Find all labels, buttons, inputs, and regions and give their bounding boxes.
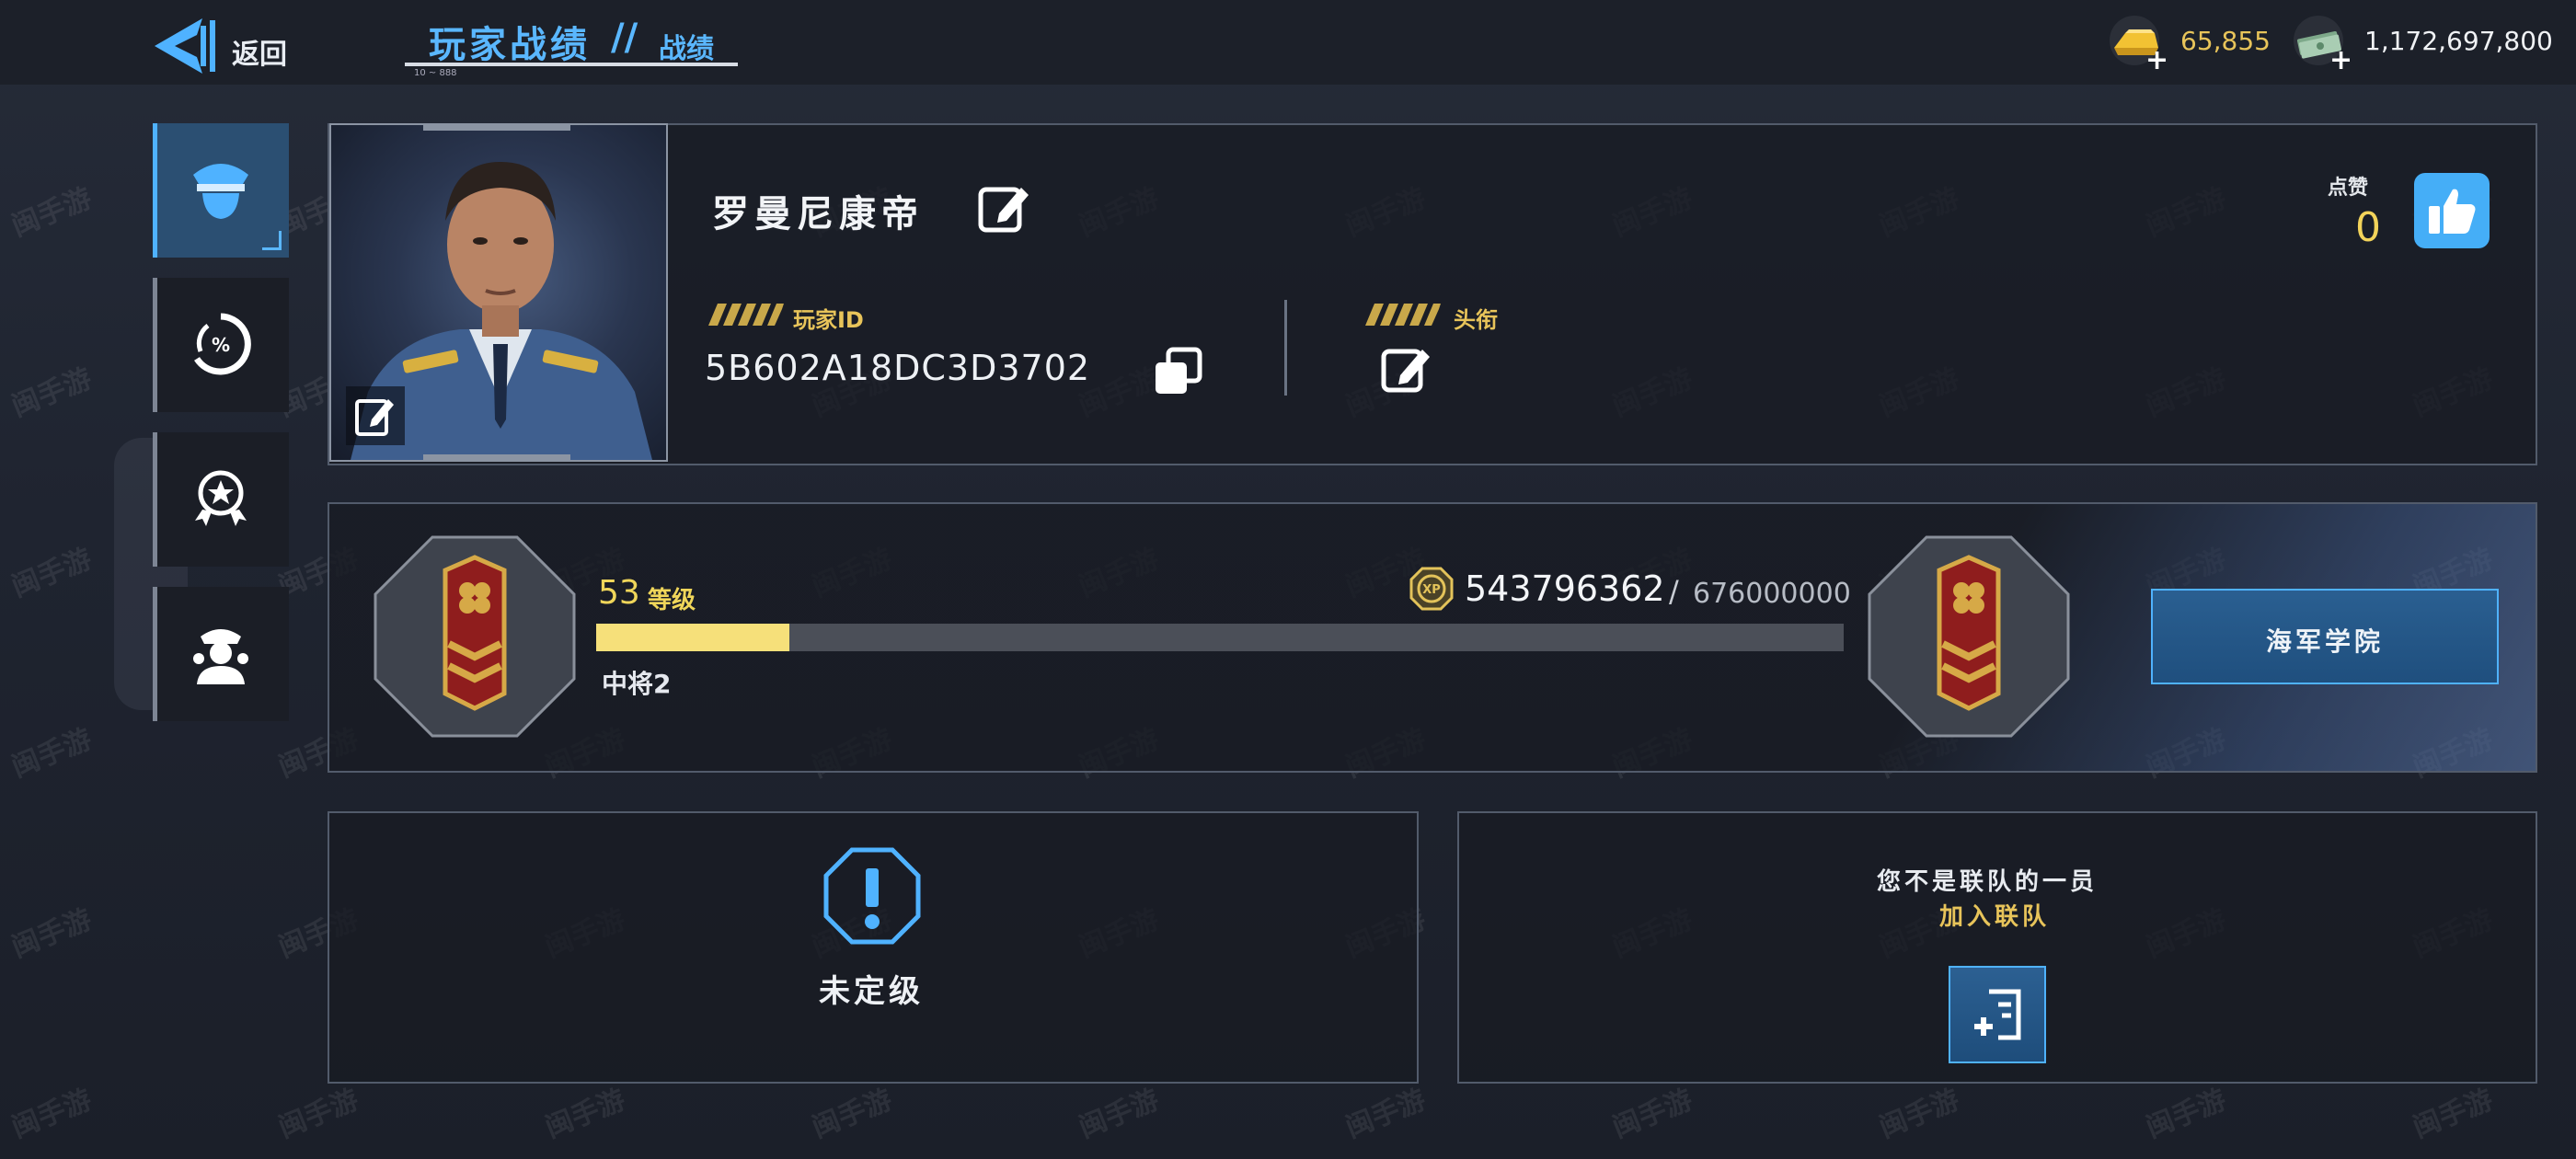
add-cash-icon[interactable]: +: [2329, 44, 2352, 76]
join-alliance-link[interactable]: 加入联队: [1939, 898, 2050, 932]
alliance-status: 您不是联队的一员: [1877, 868, 2099, 896]
tab-indicator: [153, 123, 157, 258]
rank-status: 未定级: [819, 973, 924, 1010]
player-name: 罗曼尼康帝: [712, 193, 924, 235]
officer-cap-icon: [193, 164, 248, 219]
naval-academy-button[interactable]: 海军学院: [2151, 589, 2499, 684]
watermark-text: 闽手游: [7, 362, 97, 424]
level-number: 53: [598, 574, 640, 612]
watermark-text: 闽手游: [2409, 1084, 2498, 1145]
crew-icon: [193, 629, 248, 684]
watermark-text: 闽手游: [7, 182, 97, 244]
edit-icon: [978, 187, 1029, 233]
title-label-stripes: [1365, 304, 1441, 326]
watermark-text: 闽手游: [7, 543, 97, 604]
profile-divider: [1284, 300, 1287, 396]
back-label: 返回: [232, 39, 287, 71]
likes-label: 点赞: [2328, 177, 2369, 200]
xp-target: 676000000: [1693, 578, 1851, 610]
page-title: 玩家战绩 // 战绩 10 ~ 888: [401, 11, 742, 78]
join-alliance-icon: [1974, 989, 2021, 1040]
watermark-text: 闽手游: [7, 903, 97, 965]
xp-progress-fill: [596, 624, 790, 651]
player-id-value: 5B602A18DC3D3702: [705, 348, 1091, 388]
avatar-frame-tab: [423, 123, 570, 131]
xp-icon-text: XP: [1422, 583, 1441, 597]
title-slash: //: [611, 17, 638, 59]
id-label-stripes: [708, 304, 784, 326]
name-edit-button[interactable]: [977, 180, 1032, 235]
rank-name: 中将2: [602, 669, 672, 699]
xp-icon: XP: [1409, 567, 1454, 611]
title-edit-button[interactable]: [1378, 342, 1433, 397]
watermark-text: 闽手游: [1608, 1084, 1697, 1145]
likes-count: 0: [2355, 204, 2381, 251]
edit-icon: [1381, 349, 1430, 393]
watermark-text: 闽手游: [1875, 1084, 1964, 1145]
thumbs-up-icon: [2429, 189, 2476, 234]
warning-icon: [823, 847, 921, 945]
gold-amount: 65,855: [2180, 26, 2271, 56]
xp-current: 543796362: [1465, 568, 1665, 609]
add-gold-icon[interactable]: +: [2145, 44, 2168, 76]
back-button[interactable]: 返回: [147, 13, 313, 77]
xp-progress-bar: [596, 624, 1844, 651]
back-arrow-icon: [155, 18, 215, 74]
join-alliance-button[interactable]: [1949, 966, 2046, 1063]
copy-icon: [1156, 347, 1202, 394]
watermark-text: 闽手游: [808, 1084, 897, 1145]
next-rank-badge-icon: [1868, 535, 2070, 738]
page-title-text: 玩家战绩: [429, 24, 591, 66]
player-id-label: 玩家ID: [793, 307, 864, 333]
copy-id-button[interactable]: [1152, 346, 1203, 397]
watermark-text: 闽手游: [7, 1084, 97, 1145]
watermark-text: 闽手游: [274, 1084, 363, 1145]
tab-indicator: [153, 278, 157, 412]
watermark-text: 闽手游: [1075, 1084, 1164, 1145]
naval-academy-label: 海军学院: [2265, 626, 2384, 657]
player-title-label: 头衔: [1454, 307, 1498, 333]
tab-indicator: [153, 587, 157, 721]
sidebar-tab-medals[interactable]: [153, 432, 289, 567]
sidebar-tab-officer[interactable]: [153, 123, 289, 258]
svg-text:%: %: [212, 334, 230, 356]
edit-icon: [355, 399, 394, 436]
active-corner-marker: [262, 231, 282, 250]
sidebar-tab-crew[interactable]: [153, 587, 289, 721]
tab-indicator: [153, 432, 157, 567]
page-subtitle: 战绩: [659, 33, 714, 65]
sidebar-tab-stats[interactable]: %: [153, 278, 289, 412]
like-button[interactable]: [2414, 173, 2490, 248]
cash-amount: 1,172,697,800: [2364, 26, 2553, 56]
title-tiny-text: 10 ~ 888: [414, 68, 457, 78]
current-rank-badge-icon: [374, 535, 576, 738]
cash-currency[interactable]: + 1,172,697,800: [2291, 13, 2567, 76]
watermark-text: 闽手游: [1341, 1084, 1431, 1145]
percent-gauge-icon: %: [194, 313, 251, 375]
gold-currency[interactable]: + 65,855: [2107, 13, 2272, 76]
level-label: 等级: [648, 587, 696, 614]
xp-separator: /: [1669, 574, 1679, 609]
watermark-text: 闽手游: [7, 723, 97, 785]
medal-icon: [195, 470, 247, 526]
watermark-text: 闽手游: [541, 1084, 630, 1145]
title-underline: [405, 63, 738, 66]
watermark-text: 闽手游: [2142, 1084, 2231, 1145]
avatar-edit-button[interactable]: [346, 386, 405, 445]
avatar-frame-tab: [423, 454, 570, 462]
